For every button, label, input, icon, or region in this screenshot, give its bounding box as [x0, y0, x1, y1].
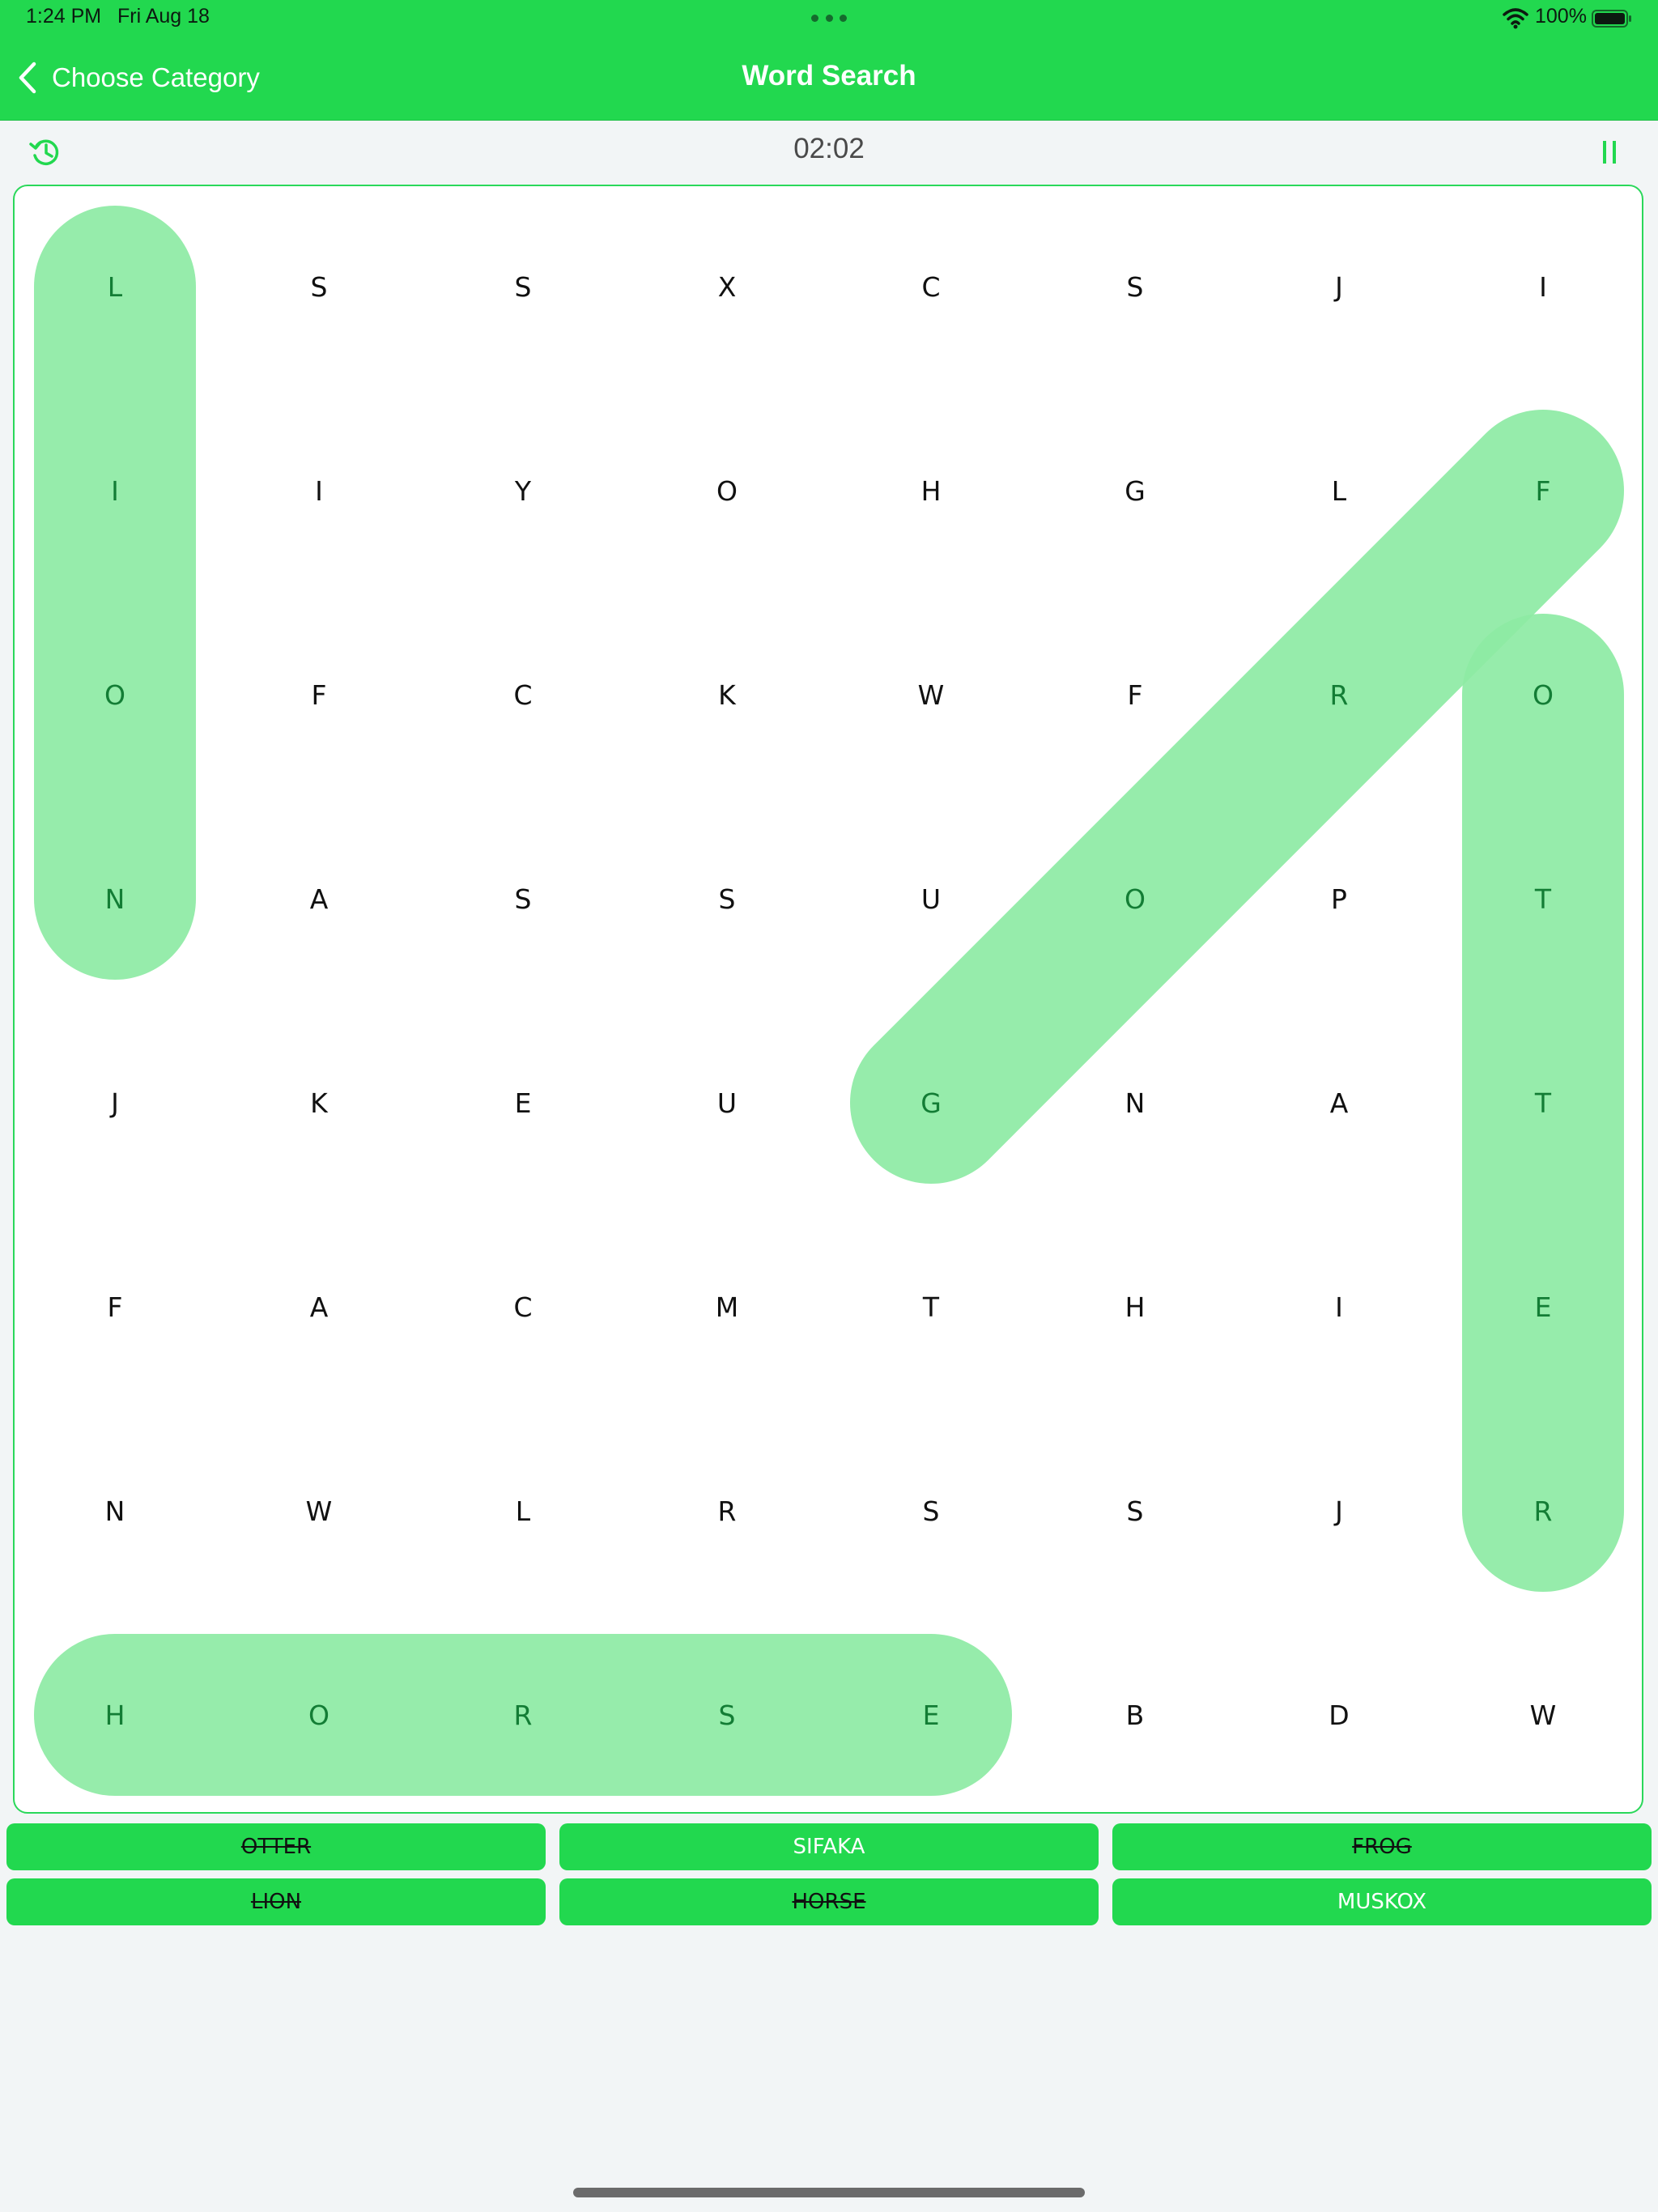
grid-cell[interactable]: N — [15, 797, 217, 1001]
grid-cell[interactable]: J — [1237, 186, 1441, 389]
grid-cell[interactable]: H — [15, 1613, 217, 1812]
grid-cell[interactable]: X — [625, 186, 829, 389]
grid-cell[interactable]: F — [1033, 593, 1237, 797]
grid-cell[interactable]: S — [625, 1613, 829, 1812]
grid-cell[interactable]: R — [421, 1613, 625, 1812]
word-button-frog[interactable]: FROG — [1112, 1823, 1652, 1870]
more-dots-icon[interactable] — [811, 15, 847, 23]
back-label: Choose Category — [52, 62, 260, 92]
grid-cell[interactable]: S — [217, 186, 421, 389]
grid-cell[interactable]: S — [625, 797, 829, 1001]
grid-cell[interactable]: P — [1237, 797, 1441, 1001]
page-title: Word Search — [742, 60, 916, 91]
grid-cell[interactable]: J — [1237, 1409, 1441, 1613]
grid-cell[interactable]: D — [1237, 1613, 1441, 1812]
grid-cell[interactable]: A — [217, 797, 421, 1001]
grid-cell[interactable]: S — [1033, 186, 1237, 389]
grid-cell[interactable]: E — [1441, 1205, 1642, 1409]
grid-cell[interactable]: W — [829, 593, 1033, 797]
back-button[interactable]: Choose Category — [18, 57, 260, 99]
grid-cell[interactable]: O — [1441, 593, 1642, 797]
grid-cell[interactable]: A — [217, 1205, 421, 1409]
grid-cell[interactable]: M — [625, 1205, 829, 1409]
grid-cell[interactable]: O — [625, 389, 829, 593]
word-button-horse[interactable]: HORSE — [559, 1878, 1099, 1925]
battery-percent: 100% — [1535, 5, 1587, 28]
word-button-otter[interactable]: OTTER — [6, 1823, 546, 1870]
word-button-sifaka[interactable]: SIFAKA — [559, 1823, 1099, 1870]
grid-cell[interactable]: E — [421, 1001, 625, 1205]
grid-cell[interactable]: L — [421, 1409, 625, 1613]
wifi-icon — [1503, 8, 1528, 29]
grid-cell[interactable]: H — [829, 389, 1033, 593]
word-button-lion[interactable]: LION — [6, 1878, 546, 1925]
grid-cell[interactable]: R — [1237, 593, 1441, 797]
grid-cell[interactable]: G — [1033, 389, 1237, 593]
grid-cell[interactable]: W — [217, 1409, 421, 1613]
timer: 02:02 — [793, 133, 865, 164]
grid-cell[interactable]: O — [1033, 797, 1237, 1001]
grid-cell[interactable]: O — [217, 1613, 421, 1812]
grid-cell[interactable]: R — [1441, 1409, 1642, 1613]
grid-cell[interactable]: J — [15, 1001, 217, 1205]
grid-cell[interactable]: T — [1441, 797, 1642, 1001]
battery-icon — [1592, 10, 1631, 28]
toolbar: 02:02 — [0, 120, 1658, 185]
grid-cell[interactable]: A — [1237, 1001, 1441, 1205]
nav-bar: Choose Category Word Search — [0, 37, 1658, 121]
grid-cell[interactable]: U — [625, 1001, 829, 1205]
grid-cell[interactable]: N — [1033, 1001, 1237, 1205]
grid-cell[interactable]: T — [1441, 1001, 1642, 1205]
grid-cell[interactable]: I — [15, 389, 217, 593]
grid-cell[interactable]: F — [217, 593, 421, 797]
status-date: Fri Aug 18 — [117, 5, 210, 28]
grid-cell[interactable]: K — [625, 593, 829, 797]
grid-cell[interactable]: C — [829, 186, 1033, 389]
grid-cell[interactable]: F — [15, 1205, 217, 1409]
grid-cell[interactable]: F — [1441, 389, 1642, 593]
grid-cell[interactable]: I — [217, 389, 421, 593]
grid-cell[interactable]: R — [625, 1409, 829, 1613]
grid-cell[interactable]: B — [1033, 1613, 1237, 1812]
pause-icon[interactable] — [1600, 138, 1621, 167]
grid-cell[interactable]: T — [829, 1205, 1033, 1409]
grid-cell[interactable]: S — [829, 1409, 1033, 1613]
letter-grid: LSSXCSJIIIYOHGLFOFCKWFRONASSUOPTJKEUGNAT… — [15, 186, 1642, 1812]
home-indicator[interactable] — [573, 2188, 1085, 2197]
grid-cell[interactable]: L — [1237, 389, 1441, 593]
history-icon[interactable] — [29, 136, 62, 168]
grid-cell[interactable]: G — [829, 1001, 1033, 1205]
grid-cell[interactable]: Y — [421, 389, 625, 593]
grid-cell[interactable]: W — [1441, 1613, 1642, 1812]
grid-cell[interactable]: I — [1441, 186, 1642, 389]
grid-cell[interactable]: E — [829, 1613, 1033, 1812]
grid-cell[interactable]: K — [217, 1001, 421, 1205]
grid-cell[interactable]: C — [421, 1205, 625, 1409]
grid-cell[interactable]: S — [421, 186, 625, 389]
status-time: 1:24 PM — [26, 5, 102, 28]
chevron-left-icon — [19, 62, 36, 94]
word-list: OTTER SIFAKA FROG LION HORSE MUSKOX — [6, 1823, 1652, 1927]
grid-cell[interactable]: S — [1033, 1409, 1237, 1613]
word-grid-panel: LSSXCSJIIIYOHGLFOFCKWFRONASSUOPTJKEUGNAT… — [13, 185, 1643, 1814]
status-bar: 1:24 PM Fri Aug 18 100% — [0, 0, 1658, 37]
grid-cell[interactable]: O — [15, 593, 217, 797]
grid-cell[interactable]: C — [421, 593, 625, 797]
grid-cell[interactable]: I — [1237, 1205, 1441, 1409]
grid-cell[interactable]: U — [829, 797, 1033, 1001]
grid-cell[interactable]: H — [1033, 1205, 1237, 1409]
grid-cell[interactable]: S — [421, 797, 625, 1001]
grid-cell[interactable]: N — [15, 1409, 217, 1613]
grid-cell[interactable]: L — [15, 186, 217, 389]
word-button-muskox[interactable]: MUSKOX — [1112, 1878, 1652, 1925]
